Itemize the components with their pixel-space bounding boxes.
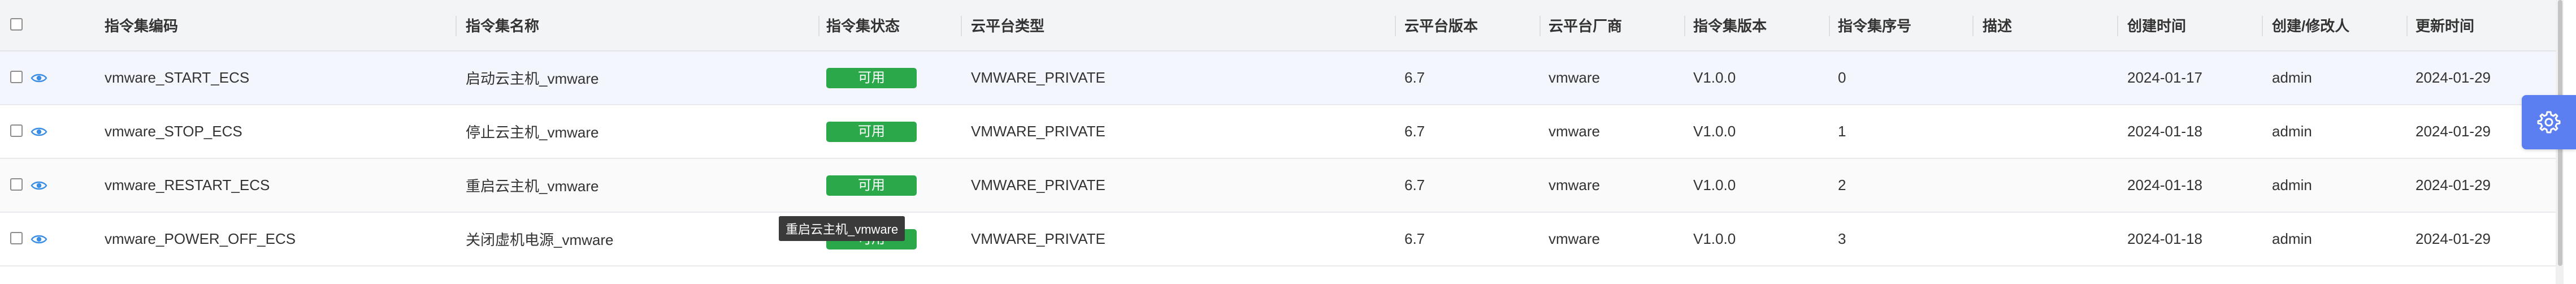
column-divider[interactable] — [1829, 16, 1830, 36]
cell-vendor: vmware — [1549, 69, 1601, 86]
cell-platform-type: VMWARE_PRIVATE — [971, 230, 1105, 247]
eye-icon[interactable] — [31, 233, 47, 246]
cell-updated: 2024-01-29 — [2415, 177, 2491, 193]
cell-created: 2024-01-18 — [2127, 123, 2202, 140]
col-header-platform-type[interactable]: 云平台类型 — [971, 0, 1044, 50]
cell-created: 2024-01-17 — [2127, 69, 2202, 86]
cell-seq: 1 — [1838, 123, 1846, 140]
cell-creator: admin — [2272, 123, 2312, 140]
col-header-updated[interactable]: 更新时间 — [2415, 0, 2474, 50]
cell-code: vmware_RESTART_ECS — [105, 177, 270, 193]
cell-creator: admin — [2272, 69, 2312, 86]
cell-set-version: V1.0.0 — [1693, 230, 1736, 247]
cell-seq: 2 — [1838, 177, 1846, 193]
cell-name: 停止云主机_vmware — [466, 124, 599, 141]
row-checkbox[interactable] — [10, 124, 23, 137]
settings-button[interactable] — [2522, 95, 2576, 149]
cell-name: 启动云主机_vmware — [466, 70, 599, 87]
cell-status: 可用 — [826, 105, 917, 158]
column-divider[interactable] — [2406, 16, 2408, 36]
cell-platform-version: 6.7 — [1404, 69, 1425, 86]
row-checkbox[interactable] — [10, 70, 23, 83]
column-divider[interactable] — [1972, 16, 1974, 36]
eye-icon[interactable] — [31, 71, 47, 85]
cell-platform-version: 6.7 — [1404, 123, 1425, 140]
cell-updated: 2024-01-29 — [2415, 69, 2491, 86]
col-header-name[interactable]: 指令集名称 — [466, 0, 539, 50]
col-header-desc[interactable]: 描述 — [1983, 0, 2012, 50]
cell-set-version: V1.0.0 — [1693, 123, 1736, 140]
eye-icon[interactable] — [31, 179, 47, 192]
col-header-code[interactable]: 指令集编码 — [105, 0, 178, 50]
column-divider[interactable] — [1395, 16, 1396, 36]
table-row[interactable]: vmware_STOP_ECS 停止云主机_vmware 可用 VMWARE_P… — [0, 105, 2556, 159]
cell-seq: 0 — [1838, 69, 1846, 86]
cell-name: 关闭虚机电源_vmware — [466, 231, 614, 248]
status-badge: 可用 — [826, 175, 917, 196]
table-row[interactable]: vmware_RESTART_ECS 重启云主机_vmware 可用 VMWAR… — [0, 159, 2556, 213]
cell-updated: 2024-01-29 — [2415, 230, 2491, 247]
column-divider[interactable] — [818, 16, 819, 36]
cell-vendor: vmware — [1549, 123, 1601, 140]
column-divider[interactable] — [1684, 16, 1685, 36]
column-divider[interactable] — [2262, 16, 2263, 36]
instruction-set-table: 指令集编码 指令集名称 指令集状态 云平台类型 云平台版本 云平台厂商 指令集版… — [0, 0, 2556, 266]
col-header-creator[interactable]: 创建/修改人 — [2272, 0, 2349, 50]
col-header-platform-version[interactable]: 云平台版本 — [1404, 0, 1478, 50]
col-header-set-version[interactable]: 指令集版本 — [1693, 0, 1767, 50]
table-row[interactable]: vmware_START_ECS 启动云主机_vmware 可用 VMWARE_… — [0, 51, 2556, 105]
col-header-created[interactable]: 创建时间 — [2127, 0, 2186, 50]
col-header-vendor[interactable]: 云平台厂商 — [1549, 0, 1622, 50]
col-header-status[interactable]: 指令集状态 — [826, 0, 900, 50]
cell-status: 可用 — [826, 159, 917, 212]
cell-creator: admin — [2272, 177, 2312, 193]
table-row[interactable]: vmware_POWER_OFF_ECS 关闭虚机电源_vmware 可用 VM… — [0, 213, 2556, 266]
column-divider[interactable] — [1539, 16, 1541, 36]
cell-code: vmware_STOP_ECS — [105, 123, 242, 140]
gear-icon — [2537, 111, 2561, 134]
column-divider[interactable] — [2117, 16, 2118, 36]
cell-platform-type: VMWARE_PRIVATE — [971, 177, 1105, 193]
status-badge: 可用 — [826, 67, 917, 88]
column-divider[interactable] — [456, 16, 457, 36]
cell-platform-version: 6.7 — [1404, 230, 1425, 247]
cell-creator: admin — [2272, 230, 2312, 247]
status-badge: 可用 — [826, 121, 917, 142]
row-checkbox[interactable] — [10, 231, 23, 244]
eye-icon[interactable] — [31, 125, 47, 139]
cell-platform-type: VMWARE_PRIVATE — [971, 69, 1105, 86]
row-checkbox[interactable] — [10, 178, 23, 191]
table-header: 指令集编码 指令集名称 指令集状态 云平台类型 云平台版本 云平台厂商 指令集版… — [0, 0, 2556, 51]
cell-created: 2024-01-18 — [2127, 177, 2202, 193]
name-tooltip: 重启云主机_vmware — [779, 216, 905, 241]
col-header-seq[interactable]: 指令集序号 — [1838, 0, 1911, 50]
cell-platform-version: 6.7 — [1404, 177, 1425, 193]
instruction-set-page: 指令集编码 指令集名称 指令集状态 云平台类型 云平台版本 云平台厂商 指令集版… — [0, 0, 2576, 284]
select-all-checkbox[interactable] — [10, 18, 23, 31]
cell-set-version: V1.0.0 — [1693, 177, 1736, 193]
cell-name: 重启云主机_vmware — [466, 178, 599, 195]
cell-vendor: vmware — [1549, 177, 1601, 193]
cell-code: vmware_START_ECS — [105, 69, 250, 86]
cell-created: 2024-01-18 — [2127, 230, 2202, 247]
cell-seq: 3 — [1838, 230, 1846, 247]
cell-code: vmware_POWER_OFF_ECS — [105, 230, 296, 247]
column-divider[interactable] — [961, 16, 962, 36]
cell-status: 可用 — [826, 51, 917, 104]
cell-platform-type: VMWARE_PRIVATE — [971, 123, 1105, 140]
cell-updated: 2024-01-29 — [2415, 123, 2491, 140]
cell-vendor: vmware — [1549, 230, 1601, 247]
cell-set-version: V1.0.0 — [1693, 69, 1736, 86]
